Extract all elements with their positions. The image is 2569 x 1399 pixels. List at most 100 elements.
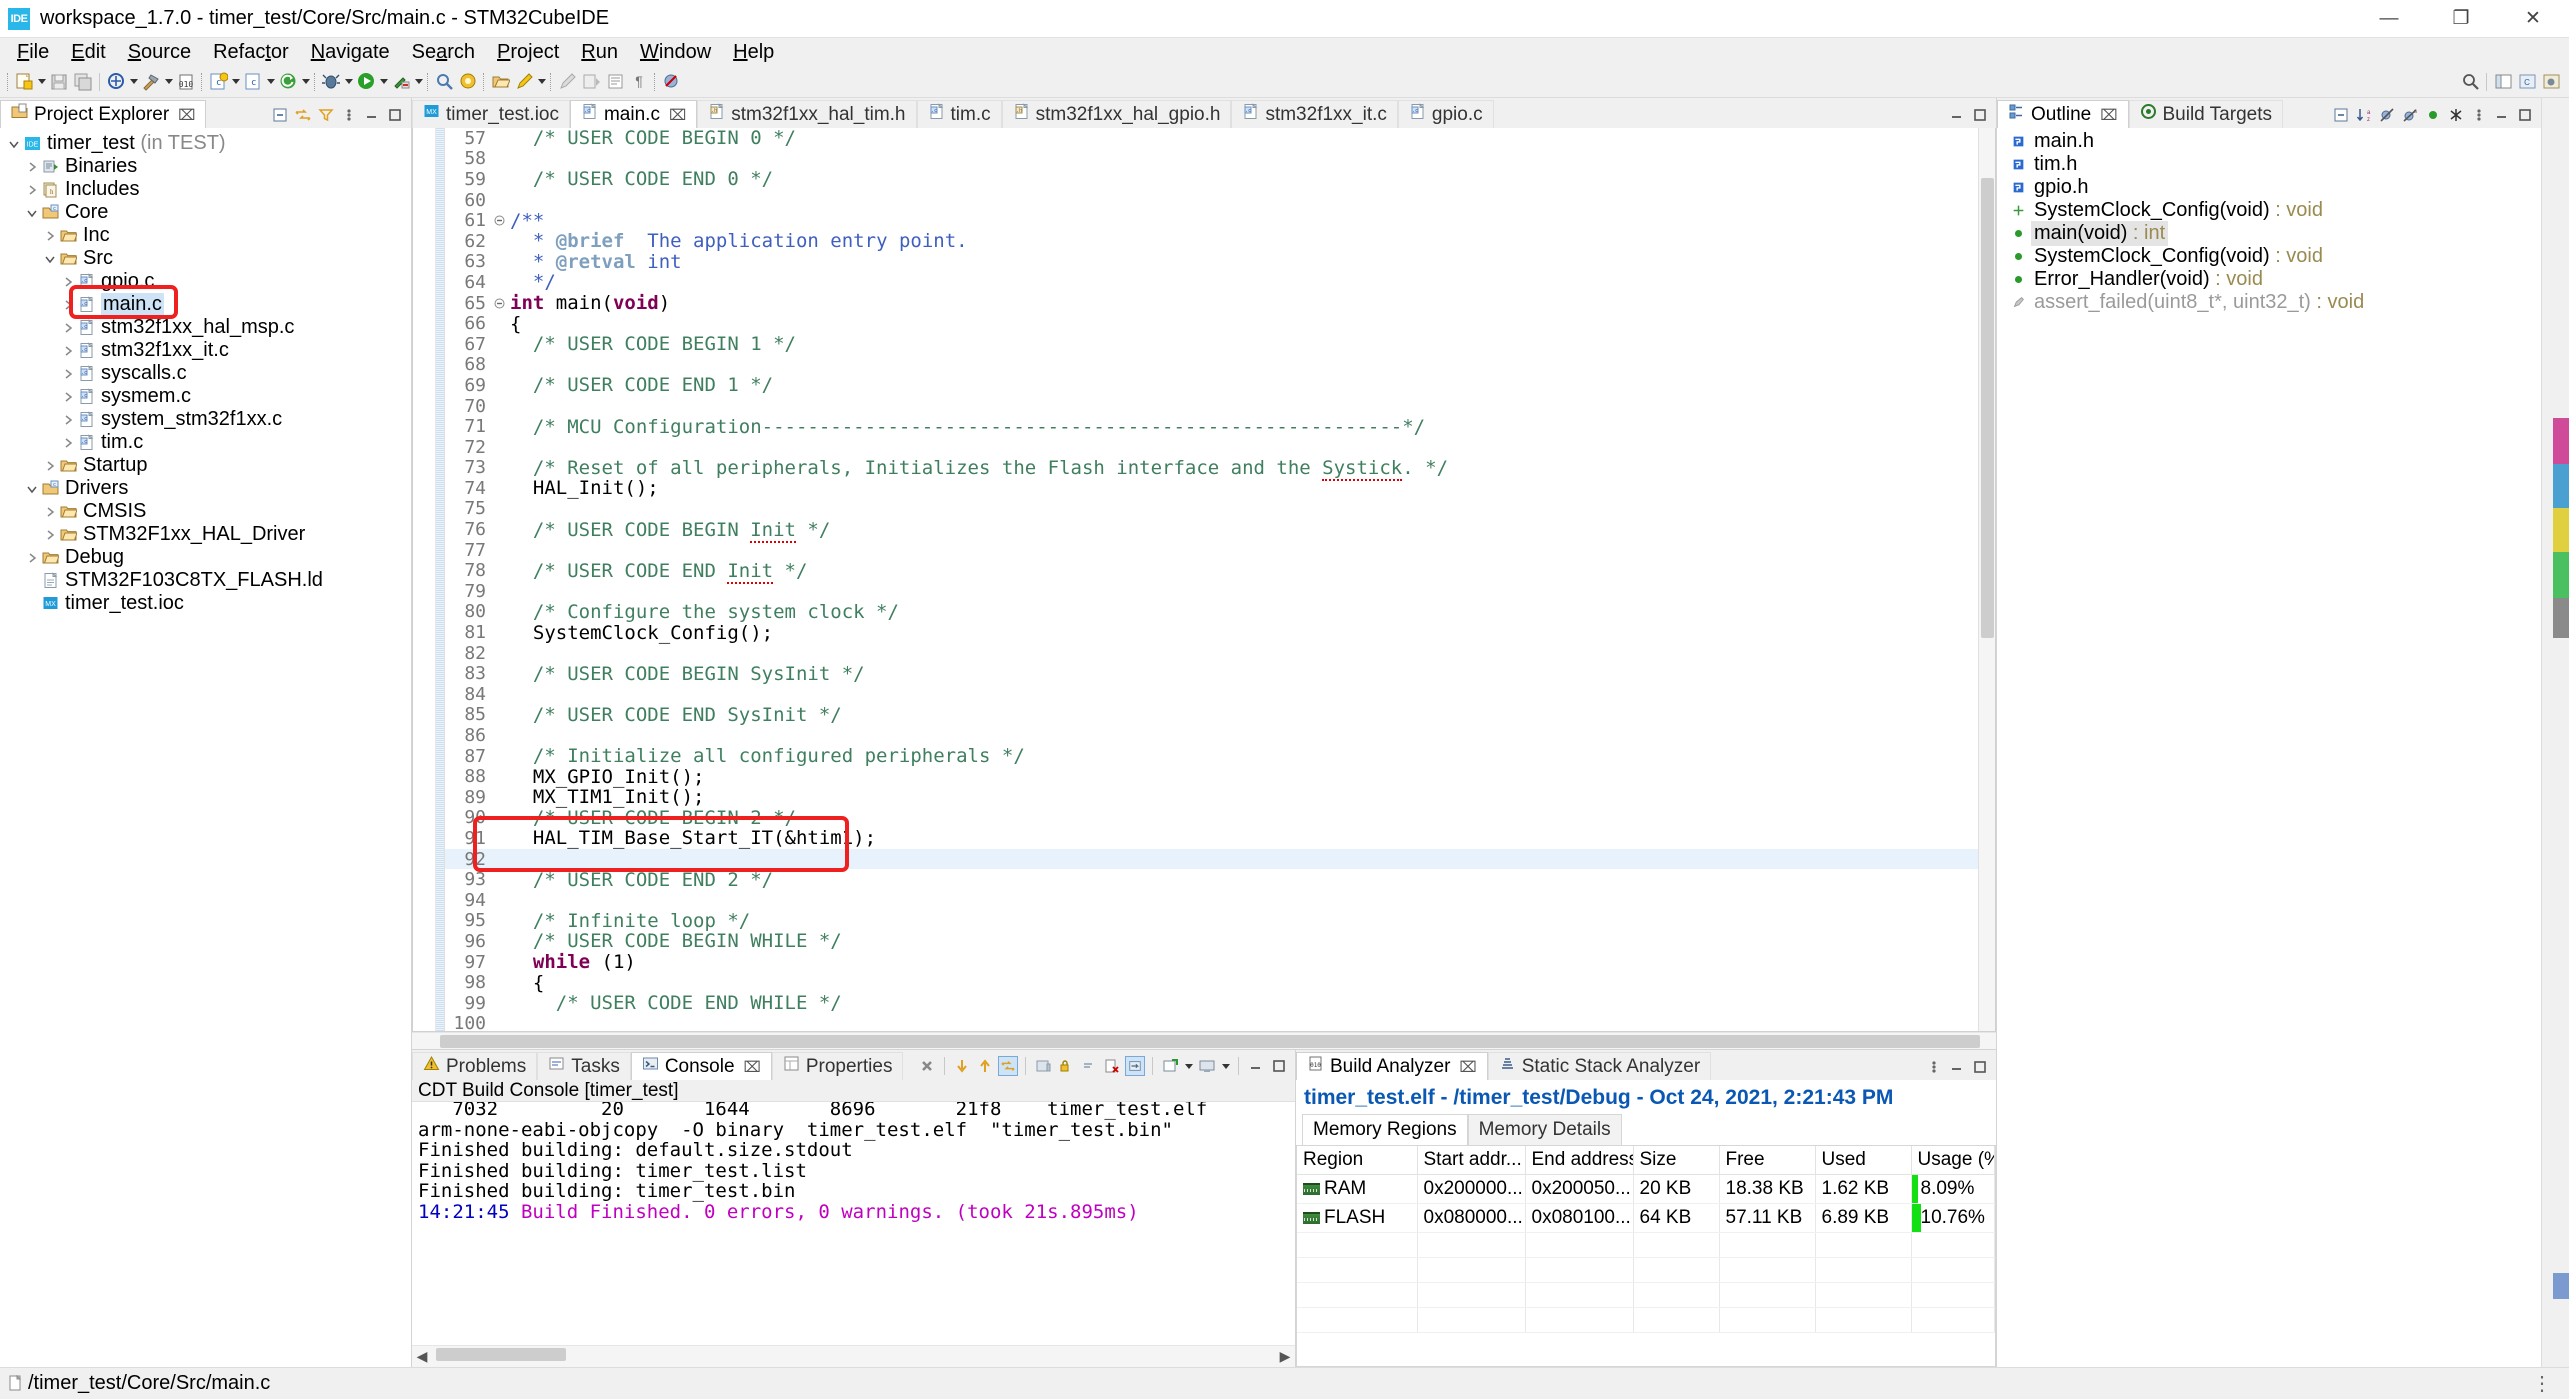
scroll-up-icon[interactable]: [975, 1056, 995, 1076]
bottom-tab-problems[interactable]: Problems: [412, 1052, 537, 1080]
tree-item-inc[interactable]: Inc: [0, 224, 411, 247]
code-line-77[interactable]: 77: [445, 540, 1995, 561]
close-button[interactable]: ✕: [2497, 0, 2569, 37]
code-line-79[interactable]: 79: [445, 581, 1995, 602]
ba-view-menu-icon[interactable]: [1924, 1057, 1944, 1077]
close-icon[interactable]: ⌧: [669, 106, 686, 124]
tree-expand-arrow[interactable]: [42, 251, 57, 266]
editor-tab-stm32f1xx-hal-gpio-h[interactable]: .hstm32f1xx_hal_gpio.h: [1002, 100, 1232, 128]
code-line-61[interactable]: 61/**: [445, 210, 1995, 231]
cubemx-icon[interactable]: [277, 71, 299, 93]
outline-item-systemclock-config-void-[interactable]: SystemClock_Config(void) : void: [1997, 199, 2541, 222]
tree-expand-arrow[interactable]: [42, 527, 57, 542]
column-header-start-addr-[interactable]: Start addr...: [1417, 1146, 1525, 1175]
skip-breakpoints-icon[interactable]: [660, 71, 682, 93]
maximize-view-icon[interactable]: [385, 105, 405, 125]
minimize-view-icon[interactable]: [362, 105, 382, 125]
cubemx-dropdown-icon[interactable]: [300, 71, 311, 93]
maximize-button[interactable]: ❐: [2425, 0, 2497, 37]
hide-fields-icon[interactable]: [2377, 105, 2397, 125]
code-line-87[interactable]: 87 /* Initialize all configured peripher…: [445, 746, 1995, 767]
new-console-icon[interactable]: [1160, 1056, 1180, 1076]
tree-item-tim-c[interactable]: .ctim.c: [0, 431, 411, 454]
new-c-project-icon[interactable]: c: [207, 71, 229, 93]
column-header-used[interactable]: Used: [1815, 1146, 1911, 1175]
close-icon[interactable]: ⌧: [1459, 1058, 1476, 1076]
outline-collapse-all-icon[interactable]: [2331, 105, 2351, 125]
close-icon[interactable]: ⌧: [2100, 106, 2117, 124]
tree-item-stm32f1xx-it-c[interactable]: .cstm32f1xx_it.c: [0, 339, 411, 362]
binary-view-icon[interactable]: 010: [175, 71, 197, 93]
terminate-icon[interactable]: [917, 1056, 937, 1076]
code-editor[interactable]: 57 /* USER CODE BEGIN 0 */5859 /* USER C…: [412, 128, 1996, 1032]
toolbar-drag-handle[interactable]: [7, 73, 9, 91]
code-line-82[interactable]: 82: [445, 643, 1995, 664]
remove-console-icon[interactable]: [1102, 1056, 1122, 1076]
editor-scroll-thumb[interactable]: [1981, 178, 1994, 638]
memory-region-row[interactable]: RAM0x200000...0x200050...20 KB18.38 KB1.…: [1297, 1175, 1995, 1204]
console-horizontal-scrollbar[interactable]: ◀ ▶: [412, 1345, 1295, 1367]
sort-icon[interactable]: az: [2354, 105, 2374, 125]
fold-toggle-icon[interactable]: [493, 298, 506, 309]
tree-item-main-c[interactable]: .cmain.c: [0, 293, 411, 316]
editor-tab-stm32f1xx-hal-tim-h[interactable]: .hstm32f1xx_hal_tim.h: [697, 100, 916, 128]
console-hscroll-thumb[interactable]: [436, 1348, 566, 1361]
run-icon[interactable]: [355, 71, 377, 93]
console-maximize-icon[interactable]: [1269, 1056, 1289, 1076]
tree-item-stm32f1xx-hal-msp-c[interactable]: .cstm32f1xx_hal_msp.c: [0, 316, 411, 339]
outline-tab-build-targets[interactable]: Build Targets: [2129, 100, 2284, 128]
code-line-57[interactable]: 57 /* USER CODE BEGIN 0 */: [445, 128, 1995, 149]
code-line-86[interactable]: 86: [445, 725, 1995, 746]
bottom-tab-console[interactable]: Console⌧: [631, 1052, 772, 1080]
code-line-92[interactable]: 92: [445, 849, 1995, 870]
editor-tab-main-c[interactable]: .cmain.c⌧: [570, 100, 697, 128]
tree-item-timer-test[interactable]: IDEtimer_test (in TEST): [0, 132, 411, 155]
clear-console-icon[interactable]: [1079, 1056, 1099, 1076]
code-line-67[interactable]: 67 /* USER CODE BEGIN 1 */: [445, 334, 1995, 355]
code-line-80[interactable]: 80 /* Configure the system clock */: [445, 602, 1995, 623]
menu-project[interactable]: Project: [486, 39, 570, 66]
editor-horizontal-scrollbar[interactable]: [412, 1032, 1996, 1049]
external-tools-icon[interactable]: [390, 71, 412, 93]
scroll-down-icon[interactable]: [952, 1056, 972, 1076]
filter-icon[interactable]: [316, 105, 336, 125]
outline-item-main-void-[interactable]: main(void) : int: [1997, 222, 2541, 245]
tree-expand-arrow[interactable]: [60, 412, 75, 427]
menu-edit[interactable]: Edit: [60, 39, 116, 66]
tree-expand-arrow[interactable]: [60, 343, 75, 358]
collapse-all-icon[interactable]: [270, 105, 290, 125]
column-header-size[interactable]: Size: [1633, 1146, 1719, 1175]
code-line-91[interactable]: 91 HAL_TIM_Base_Start_IT(&htim1);: [445, 828, 1995, 849]
outline-item-assert-failed-uint8-t-uint32-t-[interactable]: assert_failed(uint8_t*, uint32_t) : void: [1997, 291, 2541, 314]
project-tree[interactable]: IDEtimer_test (in TEST)BinarieshIncludes…: [0, 128, 411, 1367]
close-icon[interactable]: ⌧: [178, 106, 195, 124]
outline-item-error-handler-void-[interactable]: Error_Handler(void) : void: [1997, 268, 2541, 291]
ba-tab-static-stack-analyzer[interactable]: Static Stack Analyzer: [1488, 1052, 1711, 1080]
menu-help[interactable]: Help: [722, 39, 785, 66]
tree-item-includes[interactable]: hIncludes: [0, 178, 411, 201]
tree-item-core[interactable]: cCore: [0, 201, 411, 224]
code-line-84[interactable]: 84: [445, 684, 1995, 705]
new-dropdown-icon[interactable]: [36, 71, 47, 93]
open-resource-icon[interactable]: [489, 71, 511, 93]
search-field-icon[interactable]: [2459, 71, 2481, 93]
outline-item-main-h[interactable]: main.h: [1997, 130, 2541, 153]
hammer-build-icon[interactable]: [140, 71, 162, 93]
menu-run[interactable]: Run: [570, 39, 629, 66]
code-line-99[interactable]: 99 /* USER CODE END WHILE */: [445, 993, 1995, 1014]
code-line-62[interactable]: 62 * @brief The application entry point.: [445, 231, 1995, 252]
build-dropdown-icon[interactable]: [128, 71, 139, 93]
code-line-60[interactable]: 60: [445, 190, 1995, 211]
edit-gray-icon[interactable]: [556, 71, 578, 93]
minimize-button[interactable]: —: [2353, 0, 2425, 37]
tree-expand-arrow[interactable]: [24, 573, 39, 588]
outline-maximize-icon[interactable]: [2515, 105, 2535, 125]
perspective-debug-icon[interactable]: [2540, 71, 2562, 93]
run-dropdown-icon[interactable]: [378, 71, 389, 93]
ba-subtab-memory-regions[interactable]: Memory Regions: [1302, 1114, 1468, 1145]
code-line-90[interactable]: 90 /* USER CODE BEGIN 2 */: [445, 808, 1995, 829]
editor-tab-timer-test-ioc[interactable]: MXtimer_test.ioc: [412, 100, 570, 128]
tree-item-src[interactable]: Src: [0, 247, 411, 270]
tree-item-timer-test-ioc[interactable]: MXtimer_test.ioc: [0, 592, 411, 615]
tree-item-startup[interactable]: Startup: [0, 454, 411, 477]
